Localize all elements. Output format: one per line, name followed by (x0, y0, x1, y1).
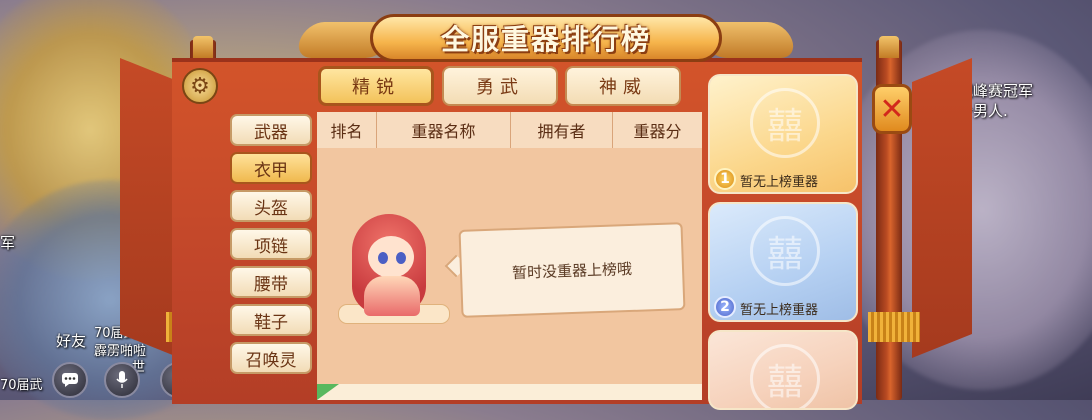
bg-chat-4: 70届武 (0, 378, 43, 393)
rank-badge-2: 2 (714, 296, 736, 318)
mascot-eye-left (378, 252, 388, 264)
bg-caption-3: 军 (0, 234, 16, 252)
rank-badge-1: 1 (714, 168, 736, 190)
close-icon[interactable]: ✕ (872, 84, 912, 134)
empty-message-bubble: 暂时没重器上榜哦 (458, 222, 686, 318)
tab-yongwu[interactable]: 勇武 (442, 66, 558, 106)
mascot-face (368, 236, 414, 278)
friend-label[interactable]: 好友 (56, 330, 86, 351)
category-summon[interactable]: 召唤灵 (230, 342, 312, 374)
rank-card-3[interactable]: 囍 (708, 330, 858, 410)
pillar-cap-right (879, 36, 899, 58)
rank-card-1[interactable]: 囍 1 暂无上榜重器 (708, 74, 858, 194)
table-footer (317, 384, 702, 400)
title-plaque: 全服重器排行榜 (293, 0, 799, 72)
emblem-icon: 囍 (750, 344, 820, 408)
chat-icon[interactable] (52, 362, 88, 398)
mascot-body (364, 276, 420, 316)
tab-jingrui[interactable]: 精锐 (318, 66, 434, 106)
emblem-icon: 囍 (750, 88, 820, 158)
category-shoes[interactable]: 鞋子 (230, 304, 312, 336)
category-necklace[interactable]: 项链 (230, 228, 312, 260)
emblem-icon: 囍 (750, 216, 820, 286)
pillar-cap-left (193, 36, 213, 58)
table-header: 排名 重器名称 拥有者 重器分 (317, 112, 702, 149)
tab-shenwei[interactable]: 神威 (565, 66, 681, 106)
empty-message: 暂时没重器上榜哦 (511, 259, 633, 282)
header-item-name: 重器名称 (377, 112, 511, 148)
header-owner: 拥有者 (511, 112, 613, 148)
rank-card-2-text: 暂无上榜重器 (740, 303, 819, 318)
mascot-eye-right (396, 252, 406, 264)
header-score: 重器分 (633, 122, 682, 141)
banner-right (912, 58, 972, 358)
category-helmet[interactable]: 头盔 (230, 190, 312, 222)
microphone-icon[interactable] (104, 362, 140, 398)
page-title: 全服重器排行榜 (440, 23, 651, 56)
gear-icon[interactable]: ⚙ (182, 68, 218, 104)
category-weapon[interactable]: 武器 (230, 114, 312, 146)
header-rank: 排名 (317, 112, 377, 148)
rank-card-1-text: 暂无上榜重器 (740, 175, 819, 190)
tassel-right (868, 312, 920, 342)
mascot-character (338, 210, 450, 324)
category-armor[interactable]: 衣甲 (230, 152, 312, 184)
category-belt[interactable]: 腰带 (230, 266, 312, 298)
rank-card-2[interactable]: 囍 2 暂无上榜重器 (708, 202, 858, 322)
